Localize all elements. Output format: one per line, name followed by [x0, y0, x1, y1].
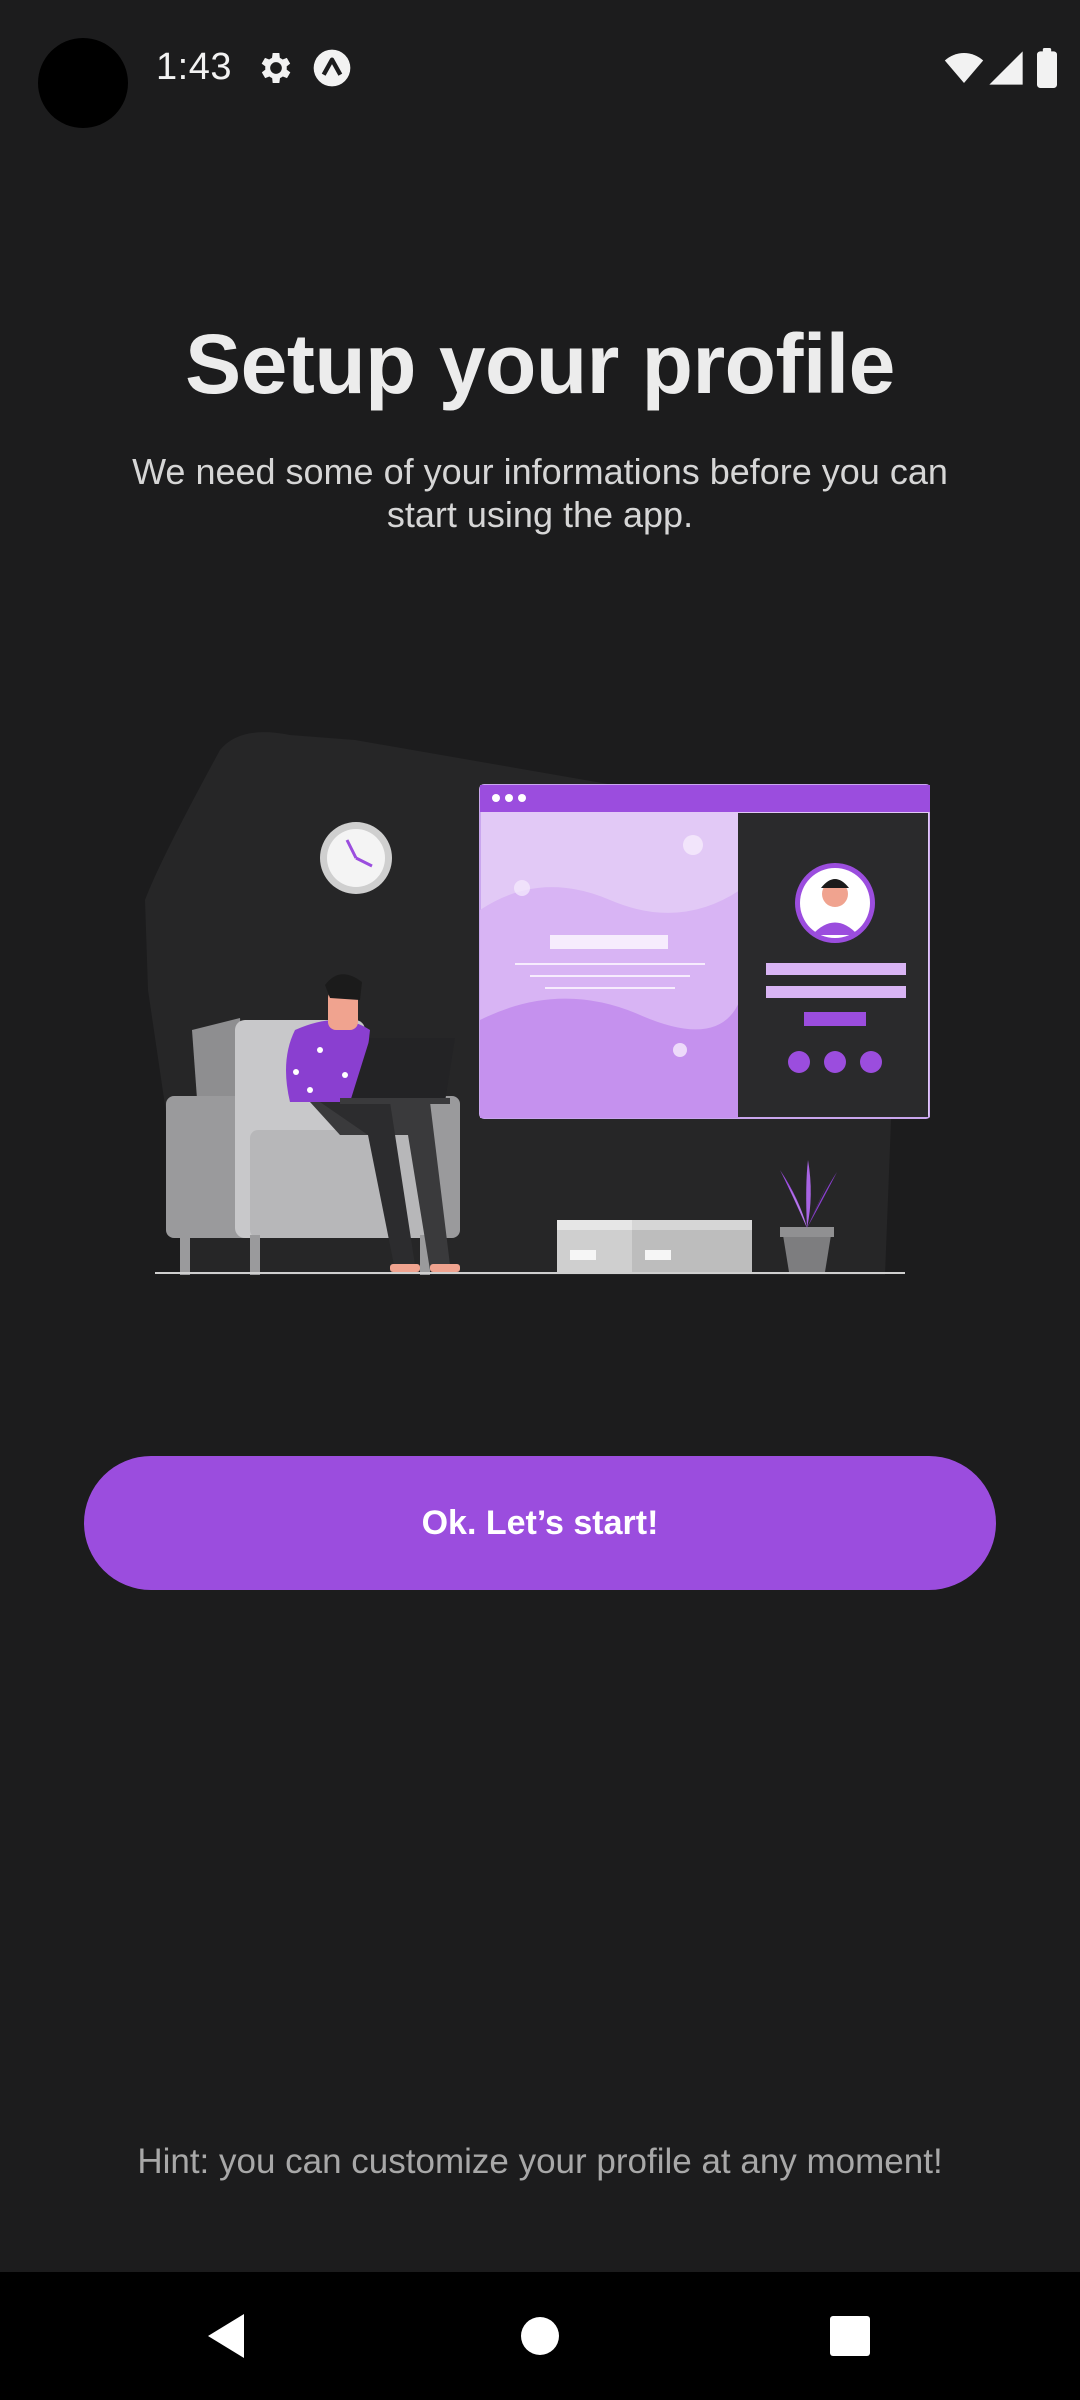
status-time: 1:43 — [156, 46, 232, 88]
profile-setup-illustration — [145, 732, 930, 1275]
nav-recents-button[interactable] — [790, 2272, 910, 2400]
recents-icon — [830, 2316, 870, 2356]
back-icon — [208, 2314, 244, 2358]
settings-icon — [261, 53, 291, 83]
battery-icon — [1037, 48, 1057, 88]
wifi-icon — [944, 53, 984, 83]
nav-back-button[interactable] — [166, 2272, 286, 2400]
hint-text: Hint: you can customize your profile at … — [137, 2142, 943, 2181]
camera-cutout — [38, 38, 128, 128]
navigation-bar — [0, 2272, 1080, 2400]
app-notification-icon — [313, 49, 351, 87]
home-icon — [521, 2317, 559, 2355]
wall-clock-icon — [320, 822, 392, 894]
status-bar: 1:43 — [0, 0, 1080, 136]
page-title: Setup your profile — [185, 317, 895, 411]
signal-icon — [989, 51, 1023, 85]
profile-window-illustration — [479, 784, 930, 1119]
page-subtitle: We need some of your informations before… — [132, 451, 948, 535]
nav-home-button[interactable] — [480, 2272, 600, 2400]
start-button[interactable]: Ok. Let’s start! — [84, 1456, 996, 1590]
storage-boxes-illustration — [557, 1220, 752, 1272]
